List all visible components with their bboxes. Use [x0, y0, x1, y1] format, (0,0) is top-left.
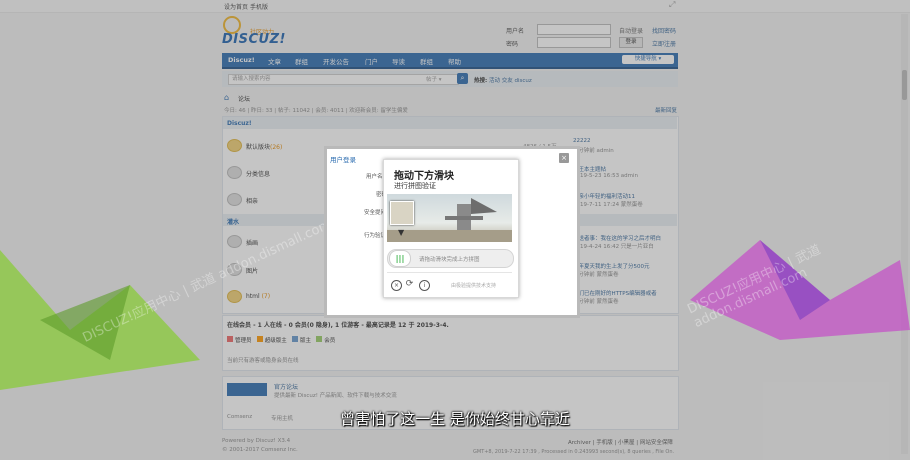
captcha-brand: 由极验提供技术支持	[451, 283, 497, 289]
arrow-down-icon: ▼	[398, 228, 405, 237]
info-icon[interactable]: i	[419, 280, 430, 291]
captcha-subtitle: 进行拼图验证	[394, 182, 436, 190]
login-user-label: 用户名	[366, 174, 383, 180]
captcha-divider	[387, 272, 512, 273]
video-subtitle: 曾害怕了这一生 是你始终甘心靠近	[340, 410, 570, 428]
captcha-title: 拖动下方滑块	[394, 171, 454, 182]
close-icon[interactable]: ×	[391, 280, 402, 291]
login-dialog-title: 用户登录	[330, 156, 356, 164]
slider-hint: 请拖动滑块完成上方拼图	[419, 257, 480, 263]
captcha-puzzle-piece	[390, 201, 414, 225]
close-icon[interactable]: ×	[559, 153, 569, 163]
refresh-icon[interactable]: ⟳	[405, 280, 414, 289]
slider-handle[interactable]: |||	[389, 250, 411, 267]
